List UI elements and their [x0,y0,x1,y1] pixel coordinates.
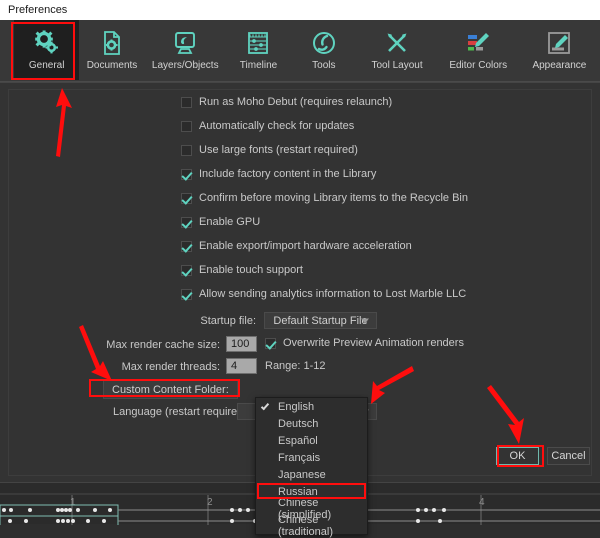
tab-timeline[interactable]: Timeline [226,20,291,80]
checkbox-box[interactable] [181,121,192,132]
tab-tools[interactable]: Tools [291,20,356,80]
checkbox-row-overwrite-preview[interactable]: Overwrite Preview Animation renders [265,337,464,349]
language-label-wrap: Language (restart required): [9,406,256,418]
checkbox-box[interactable] [181,97,192,108]
menu-item-english[interactable]: English [256,398,367,415]
tab-tool-layout[interactable]: Tool Layout [356,20,437,80]
checkbox-row-touch-support[interactable]: Enable touch support [181,264,303,276]
menu-item-deutsch[interactable]: Deutsch [256,415,367,432]
svg-text:1: 1 [70,497,76,508]
tab-documents[interactable]: Documents [79,20,144,80]
checkbox-label: Use large fonts (restart required) [199,144,358,156]
preferences-tabstrip: General Documents Layers/Objects [0,20,600,82]
tab-layers-objects[interactable]: Layers/Objects [145,20,226,80]
wrench-screwdriver-icon [384,30,410,56]
menu-item-label: English [278,401,314,413]
tab-label: Documents [87,60,138,71]
checkbox-row-enable-gpu[interactable]: Enable GPU [181,216,260,228]
checkbox-label: Allow sending analytics information to L… [199,288,466,300]
palette-pen-icon [465,30,491,56]
max-render-threads-label-wrap: Max render threads: [9,361,220,373]
max-render-threads-label: Max render threads: [122,361,220,373]
checkbox-label: Run as Moho Debut (requires relaunch) [199,96,392,108]
startup-file-value: Default Startup File [273,315,367,327]
dialog-buttons: OK Cancel [496,447,590,465]
window-titlebar: Preferences [0,0,600,20]
language-label: Language (restart required): [113,406,250,418]
gears-icon [34,30,60,56]
menu-item-label: Español [278,435,318,447]
tools-circle-icon [311,30,337,56]
menu-item-label: Chinese (traditional) [278,514,367,538]
checkbox-label: Confirm before moving Library items to t… [199,192,468,204]
startup-file-label: Startup file: [200,315,256,327]
max-render-cache-value: 100 [231,338,249,350]
checkbox-box[interactable] [181,217,192,228]
checkbox-row-hardware-acceleration[interactable]: Enable export/import hardware accelerati… [181,240,412,252]
startup-file-label-wrap: Startup file: [9,315,256,327]
svg-text:2: 2 [207,497,213,508]
checkbox-row-include-factory-content[interactable]: Include factory content in the Library [181,168,376,180]
checkbox-box[interactable] [181,145,192,156]
checkbox-box[interactable] [265,338,276,349]
cancel-button[interactable]: Cancel [547,447,590,465]
max-render-cache-input[interactable]: 100 [226,336,257,352]
check-icon [261,402,269,411]
tab-label: Tool Layout [371,60,422,71]
checkbox-row-confirm-recycle-bin[interactable]: Confirm before moving Library items to t… [181,192,468,204]
checkbox-label: Enable touch support [199,264,303,276]
checkbox-label: Overwrite Preview Animation renders [283,337,464,349]
layers-icon [172,30,198,56]
menu-item-chinese-traditional[interactable]: Chinese (traditional) [256,517,367,534]
checkbox-box[interactable] [181,193,192,204]
max-render-cache-label-wrap: Max render cache size: [9,339,220,351]
max-render-threads-input[interactable]: 4 [226,358,257,374]
startup-file-dropdown[interactable]: Default Startup File [264,312,377,329]
document-gear-icon [99,30,125,56]
render-threads-range-label: Range: 1-12 [265,360,326,372]
checkbox-label: Include factory content in the Library [199,168,376,180]
tab-label: Timeline [240,60,277,71]
tab-label: Editor Colors [449,60,507,71]
tab-label: Tools [312,60,335,71]
tab-editor-colors[interactable]: Editor Colors [438,20,519,80]
checkbox-label: Automatically check for updates [199,120,354,132]
checkbox-label: Enable GPU [199,216,260,228]
custom-content-folder-label: Custom Content Folder: [112,384,229,396]
max-render-threads-value: 4 [231,360,237,372]
ok-button[interactable]: OK [496,447,539,465]
menu-item-japanese[interactable]: Japanese [256,466,367,483]
language-dropdown-menu[interactable]: English Deutsch Español Français Japanes… [255,397,368,535]
menu-item-espanol[interactable]: Español [256,432,367,449]
checkbox-box[interactable] [181,169,192,180]
menu-item-label: Japanese [278,469,326,481]
custom-content-folder-button[interactable]: Custom Content Folder: [103,380,238,399]
tab-appearance[interactable]: Appearance [519,20,600,80]
tab-label: Layers/Objects [152,60,219,71]
svg-text:4: 4 [479,497,485,508]
checkbox-box[interactable] [181,241,192,252]
checkbox-row-analytics[interactable]: Allow sending analytics information to L… [181,288,466,300]
window-title: Preferences [8,4,67,16]
cancel-button-label: Cancel [551,450,585,462]
menu-item-francais[interactable]: Français [256,449,367,466]
ok-button-label: OK [510,450,526,462]
menu-item-label: Deutsch [278,418,318,430]
tab-label: Appearance [532,60,586,71]
checkbox-row-auto-check-updates[interactable]: Automatically check for updates [181,120,354,132]
language-folder-box[interactable] [237,403,257,420]
checkbox-box[interactable] [181,289,192,300]
checkbox-box[interactable] [181,265,192,276]
menu-item-label: Français [278,452,320,464]
checkbox-label: Enable export/import hardware accelerati… [199,240,412,252]
tab-general[interactable]: General [14,20,79,80]
chevron-down-icon [361,318,369,323]
checkbox-row-use-large-fonts[interactable]: Use large fonts (restart required) [181,144,358,156]
timeline-icon [245,30,271,56]
tab-label: General [29,60,65,71]
checkbox-row-run-as-moho-debut[interactable]: Run as Moho Debut (requires relaunch) [181,96,392,108]
appearance-pen-icon [546,30,572,56]
max-render-cache-label: Max render cache size: [106,339,220,351]
